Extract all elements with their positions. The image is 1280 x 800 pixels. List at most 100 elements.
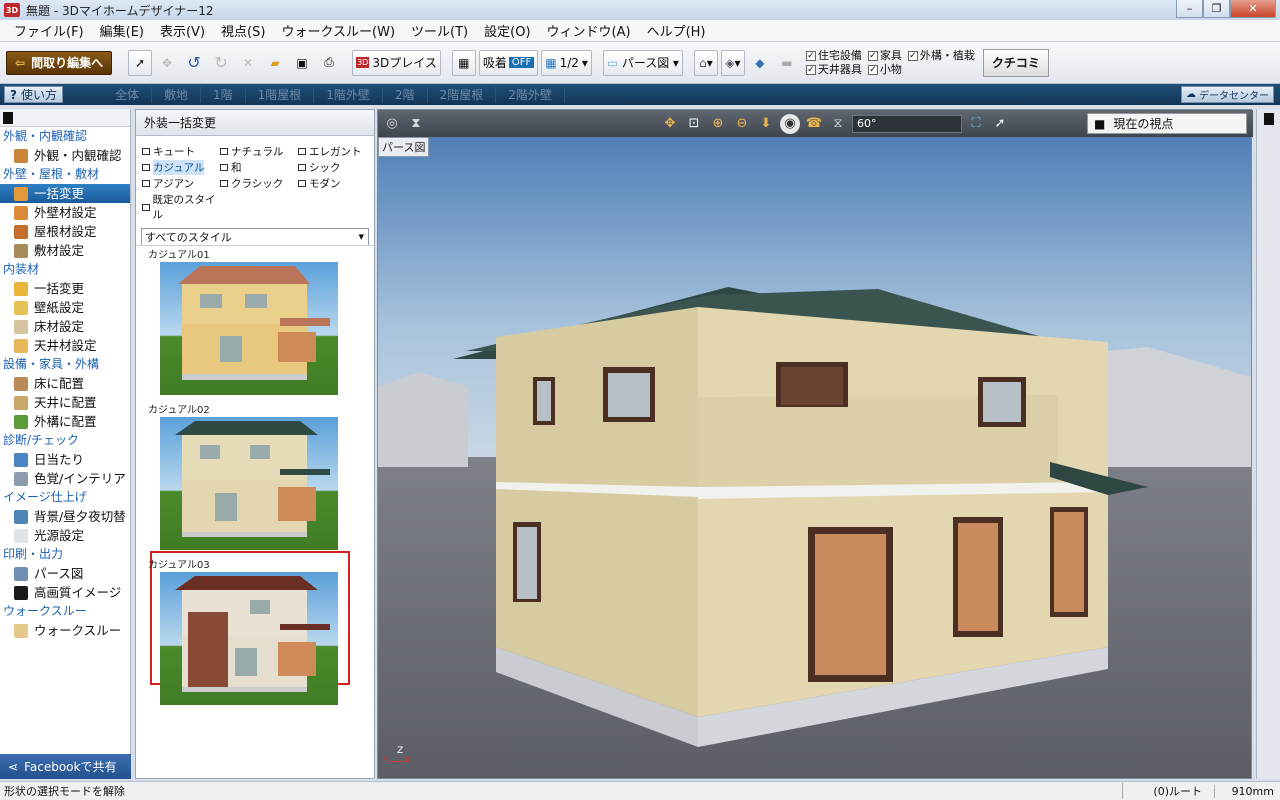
menu-window[interactable]: ウィンドウ(A) xyxy=(539,21,639,40)
hq-icon xyxy=(14,585,28,600)
measure-button[interactable]: ▬ xyxy=(775,50,799,76)
nav-item-floor-material[interactable]: 床材設定 xyxy=(0,317,130,336)
style-natural[interactable]: ナチュラル xyxy=(220,144,298,159)
check-exterior-planting[interactable]: ✓ 外構・植栽 xyxy=(907,49,975,63)
check-ceiling-fixtures[interactable]: ✓ 天井器具 xyxy=(805,63,862,77)
maximize-button[interactable]: ❐ xyxy=(1203,0,1230,18)
tab-1f[interactable]: 1階 xyxy=(201,86,246,103)
menu-walkthrough[interactable]: ウォークスルー(W) xyxy=(273,21,403,40)
right-panel-toggle[interactable] xyxy=(1256,109,1280,779)
zoom-area-button[interactable]: ⊡ xyxy=(684,114,704,134)
3d-place-button[interactable]: 3D 3Dプレイス xyxy=(352,49,441,76)
style-cute[interactable]: キュート xyxy=(142,144,220,159)
menu-file[interactable]: ファイル(F) xyxy=(6,21,92,40)
floor-place-icon xyxy=(14,376,28,391)
nav-collapse-toggle[interactable] xyxy=(0,109,130,127)
style-elegant[interactable]: エレガント xyxy=(298,144,376,159)
help-icon: ? xyxy=(10,87,17,102)
delete-button[interactable]: ✕ xyxy=(236,50,260,76)
snap-toggle[interactable]: 吸着 OFF xyxy=(478,49,539,76)
open-button[interactable]: ▰ xyxy=(263,50,287,76)
menu-view[interactable]: 表示(V) xyxy=(152,21,213,40)
style-chic[interactable]: シック xyxy=(298,160,376,175)
camera-view-dropdown[interactable]: ◈ ▾ xyxy=(720,49,745,76)
house-view-dropdown[interactable]: ⌂ ▾ xyxy=(693,49,718,76)
tab-2f[interactable]: 2階 xyxy=(383,86,428,103)
nav-item-place-exterior[interactable]: 外構に配置 xyxy=(0,412,130,431)
nav-item-wall-material[interactable]: 外壁材設定 xyxy=(0,203,130,222)
style-japanese[interactable]: 和 xyxy=(220,160,298,175)
nav-item-wallpaper[interactable]: 壁紙設定 xyxy=(0,298,130,317)
undo-button[interactable]: ↺ xyxy=(182,50,206,76)
nav-item-color-vision[interactable]: 色覚/インテリア xyxy=(0,469,130,488)
facebook-share-button[interactable]: ⋖ Facebookで共有 xyxy=(0,754,131,779)
style-filter-dropdown[interactable]: すべてのスタイル xyxy=(141,228,369,246)
redo-button[interactable]: ↻ xyxy=(209,50,233,76)
tab-1f-roof[interactable]: 1階屋根 xyxy=(246,86,315,103)
thumb-casual-01[interactable] xyxy=(160,262,338,395)
3d-scene[interactable]: パース図 Z Y X xyxy=(378,137,1251,778)
object-button[interactable]: ◆ xyxy=(748,50,772,76)
menu-tools[interactable]: ツール(T) xyxy=(403,21,476,40)
viewpoint-dropdown[interactable]: ■ 現在の視点 xyxy=(1087,113,1247,134)
orbit-button[interactable]: ◉ xyxy=(780,113,800,134)
grid-size-dropdown[interactable]: ▦ 1/2 ▾ xyxy=(541,49,592,76)
nav-item-perspective[interactable]: パース図 xyxy=(0,564,130,583)
style-classic[interactable]: クラシック xyxy=(220,176,298,191)
menu-viewpoint[interactable]: 視点(S) xyxy=(213,21,273,40)
check-small-items[interactable]: ✓ 小物 xyxy=(867,63,902,77)
view-mode-dropdown[interactable]: ▭ パース図 ▾ xyxy=(602,49,683,76)
nav-item-walkthrough[interactable]: ウォークスルー xyxy=(0,621,130,640)
nav-item-light-source[interactable]: 光源設定 xyxy=(0,526,130,545)
print-button[interactable]: ⎙ xyxy=(317,50,341,76)
tab-2f-wall[interactable]: 2階外壁 xyxy=(496,86,565,103)
howto-button[interactable]: ? 使い方 xyxy=(4,86,63,103)
nav-item-exterior-bulk-change[interactable]: 一括変更 xyxy=(0,184,130,203)
thumb-casual-03[interactable] xyxy=(160,572,338,705)
madori-edit-button[interactable]: ⇦ 間取り編集へ xyxy=(6,50,113,75)
close-button[interactable]: ✕ xyxy=(1230,0,1276,18)
style-casual[interactable]: カジュアル xyxy=(142,160,220,175)
menu-settings[interactable]: 設定(O) xyxy=(476,21,538,40)
move-tool-button[interactable]: ✥ xyxy=(155,50,179,76)
save-button[interactable]: ▣ xyxy=(290,50,314,76)
data-center-button[interactable]: ☁ データセンター xyxy=(1181,86,1274,103)
select-pointer-button[interactable]: ➚ xyxy=(990,114,1010,134)
menu-help[interactable]: ヘルプ(H) xyxy=(639,21,714,40)
zoom-in-button[interactable]: ⊕ xyxy=(708,114,728,134)
view-angle-icon-button[interactable]: ⧖ xyxy=(828,114,848,134)
check-housing-equipment[interactable]: ✓ 住宅設備 xyxy=(805,49,862,63)
nav-item-ceiling-material[interactable]: 天井材設定 xyxy=(0,336,130,355)
camera-top-button[interactable]: ◎ xyxy=(382,114,402,134)
select-tool-button[interactable]: ➚ xyxy=(128,49,153,76)
nav-item-sunlight[interactable]: 日当たり xyxy=(0,450,130,469)
view-angle-field[interactable]: 60° xyxy=(852,114,962,133)
nav-item-interior-bulk-change[interactable]: 一括変更 xyxy=(0,279,130,298)
style-default[interactable]: 既定のスタイル xyxy=(142,192,220,222)
nav-item-place-floor[interactable]: 床に配置 xyxy=(0,374,130,393)
menu-edit[interactable]: 編集(E) xyxy=(92,21,152,40)
nav-item-ground-material[interactable]: 敷材設定 xyxy=(0,241,130,260)
minimize-button[interactable]: – xyxy=(1176,0,1203,18)
tilt-button[interactable]: ☎ xyxy=(804,114,824,134)
zoom-out-button[interactable]: ⊖ xyxy=(732,114,752,134)
tab-all[interactable]: 全体 xyxy=(103,86,152,103)
move-down-button[interactable]: ⬇ xyxy=(756,114,776,134)
tab-2f-roof[interactable]: 2階屋根 xyxy=(428,86,497,103)
nav-item-background[interactable]: 背景/昼夕夜切替 xyxy=(0,507,130,526)
tab-site[interactable]: 敷地 xyxy=(152,86,202,103)
nav-item-place-ceiling[interactable]: 天井に配置 xyxy=(0,393,130,412)
pan-button[interactable]: ✥ xyxy=(660,114,680,134)
nav-item-view-check[interactable]: 外観・内観確認 xyxy=(0,146,130,165)
thumb-casual-02[interactable] xyxy=(160,417,338,550)
check-furniture[interactable]: ✓ 家具 xyxy=(867,49,902,63)
nav-item-hq-image[interactable]: 高画質イメージ xyxy=(0,583,130,602)
grid-display-button[interactable]: ▦ xyxy=(451,49,476,76)
style-modern[interactable]: モダン xyxy=(298,176,376,191)
tab-1f-wall[interactable]: 1階外壁 xyxy=(314,86,383,103)
fit-view-button[interactable]: ⛶ xyxy=(966,114,986,134)
camera-reset-button[interactable]: ⧗ xyxy=(406,114,426,134)
style-asian[interactable]: アジアン xyxy=(142,176,220,191)
nav-item-roof-material[interactable]: 屋根材設定 xyxy=(0,222,130,241)
kuchikomi-button[interactable]: クチコミ xyxy=(982,48,1049,77)
